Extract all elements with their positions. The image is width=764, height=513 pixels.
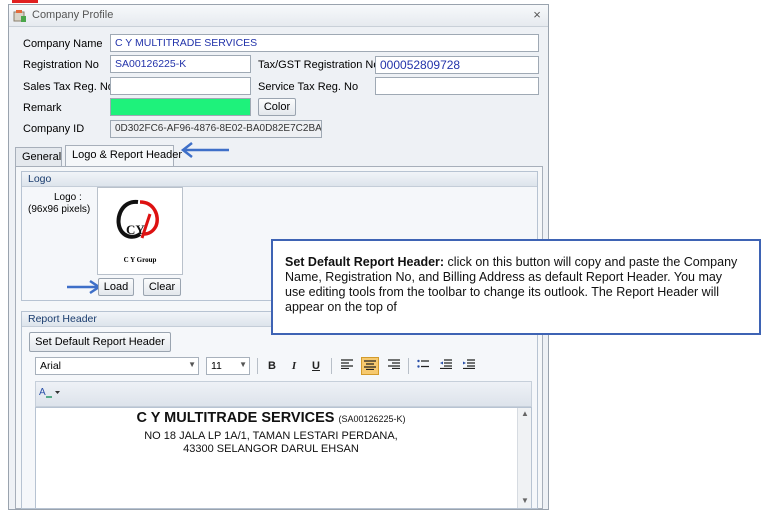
font-size-value: 11 bbox=[211, 360, 222, 372]
logo-letters: CY bbox=[126, 222, 145, 237]
company-id-field: 0D302FC6-AF96-4876-8E02-BA0D82E7C2BA bbox=[110, 120, 322, 138]
callout-note: Set Default Report Header: click on this… bbox=[271, 239, 761, 335]
header-company-name: C Y MULTITRADE SERVICES bbox=[136, 410, 335, 426]
title-bar: Company Profile × bbox=[9, 5, 548, 27]
toolbar-separator bbox=[408, 358, 409, 374]
service-tax-label: Service Tax Reg. No bbox=[258, 81, 359, 93]
indent-icon[interactable] bbox=[460, 357, 478, 375]
remark-color-swatch[interactable] bbox=[110, 98, 251, 116]
clear-button[interactable]: Clear bbox=[143, 278, 181, 296]
remark-label: Remark bbox=[23, 102, 62, 114]
logo-image: CY C Y Group bbox=[97, 187, 183, 275]
red-marker bbox=[12, 0, 38, 3]
color-button[interactable]: Color bbox=[258, 98, 296, 116]
outdent-icon[interactable] bbox=[437, 357, 455, 375]
service-tax-field[interactable] bbox=[375, 77, 539, 95]
font-name-value: Arial bbox=[40, 360, 62, 372]
bullet-list-icon[interactable] bbox=[414, 357, 432, 375]
scroll-up-icon[interactable]: ▲ bbox=[521, 409, 529, 418]
toolbar-separator bbox=[331, 358, 332, 374]
align-left-icon[interactable] bbox=[338, 357, 356, 375]
header-registration: (SA00126225-K) bbox=[338, 414, 406, 424]
company-name-field[interactable]: C Y MULTITRADE SERVICES bbox=[110, 34, 539, 52]
combo-arrow-icon: ▼ bbox=[239, 360, 247, 369]
header-company-line: C Y MULTITRADE SERVICES (SA00126225-K) bbox=[36, 410, 506, 426]
registration-no-field[interactable]: SA00126225-K bbox=[110, 55, 251, 73]
app-icon bbox=[13, 10, 26, 22]
align-center-icon[interactable] bbox=[361, 357, 379, 375]
bold-button[interactable]: B bbox=[263, 357, 281, 375]
load-button[interactable]: Load bbox=[98, 278, 134, 296]
company-id-label: Company ID bbox=[23, 123, 85, 135]
arrow-icon bbox=[180, 142, 229, 158]
toolbar-separator bbox=[257, 358, 258, 374]
font-size-combo[interactable]: 11 ▼ bbox=[206, 357, 250, 375]
scroll-down-icon[interactable]: ▼ bbox=[521, 496, 529, 505]
sales-tax-label: Sales Tax Reg. No bbox=[23, 81, 114, 93]
header-address-line1: NO 18 JALA LP 1A/1, TAMAN LESTARI PERDAN… bbox=[144, 430, 398, 442]
set-default-report-header-button[interactable]: Set Default Report Header bbox=[29, 332, 171, 352]
registration-no-label: Registration No bbox=[23, 59, 99, 71]
logo-text: C Y Group bbox=[123, 256, 157, 264]
text-color-icon[interactable]: A bbox=[37, 385, 63, 403]
logo-group-title: Logo bbox=[22, 172, 537, 187]
underline-button[interactable]: U bbox=[307, 357, 325, 375]
align-right-icon[interactable] bbox=[385, 357, 403, 375]
italic-button[interactable]: I bbox=[285, 357, 303, 375]
window-title: Company Profile bbox=[32, 9, 114, 21]
close-icon[interactable]: × bbox=[529, 7, 545, 23]
svg-text:A: A bbox=[39, 387, 46, 398]
logo-size-caption: (96x96 pixels) bbox=[28, 204, 91, 215]
callout-title: Set Default Report Header: bbox=[285, 255, 445, 269]
sales-tax-field[interactable] bbox=[110, 77, 251, 95]
font-name-combo[interactable]: Arial ▼ bbox=[35, 357, 199, 375]
format-toolbar bbox=[35, 381, 532, 407]
tab-logo-report-header[interactable]: Logo & Report Header bbox=[65, 145, 182, 167]
tax-gst-label: Tax/GST Registration No bbox=[258, 59, 380, 71]
tab-general[interactable]: General bbox=[15, 147, 62, 167]
company-name-label: Company Name bbox=[23, 38, 103, 50]
tax-gst-field[interactable]: 000052809728 bbox=[375, 56, 539, 74]
logo-caption: Logo : bbox=[54, 192, 82, 203]
editor-scrollbar[interactable]: ▲ ▼ bbox=[517, 408, 531, 508]
header-address-line2: 43300 SELANGOR DARUL EHSAN bbox=[183, 443, 359, 455]
combo-arrow-icon: ▼ bbox=[188, 360, 196, 369]
report-header-editor[interactable]: C Y MULTITRADE SERVICES (SA00126225-K) N… bbox=[35, 407, 532, 509]
